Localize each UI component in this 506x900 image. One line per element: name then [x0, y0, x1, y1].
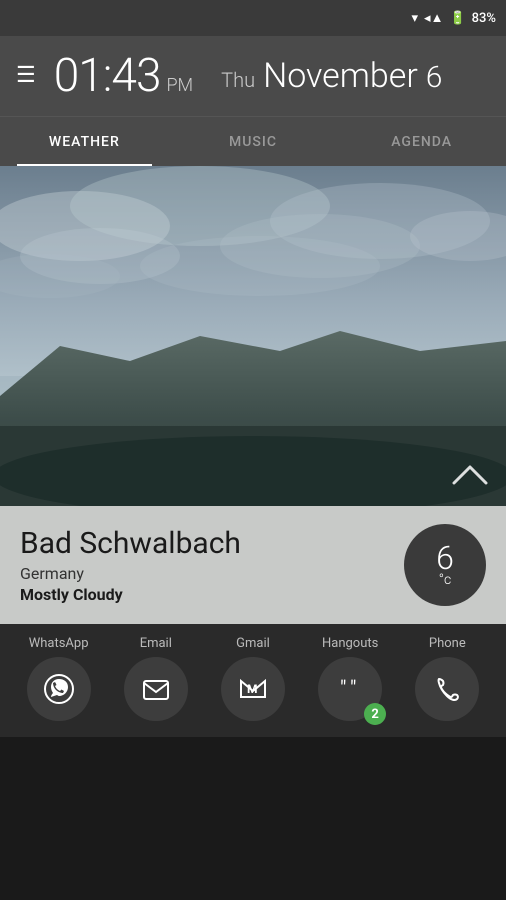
header-bar: ☰ 01:43 PM Thu November 6 — [0, 36, 506, 116]
svg-text:M: M — [247, 682, 258, 696]
time-value: 01:43 — [54, 53, 161, 99]
svg-text:": " — [350, 676, 356, 700]
gmail-app[interactable]: M — [221, 657, 285, 721]
weather-info-panel: Bad Schwalbach Germany Mostly Cloudy 6 °… — [0, 506, 506, 624]
weather-image — [0, 166, 506, 506]
temperature-value: 6 — [436, 542, 454, 574]
dock-label-gmail: Gmail — [213, 636, 293, 651]
whatsapp-app[interactable] — [27, 657, 91, 721]
email-icon-circle[interactable] — [124, 657, 188, 721]
tab-music[interactable]: MUSIC — [169, 117, 338, 166]
whatsapp-icon-circle[interactable] — [27, 657, 91, 721]
landscape-svg — [0, 166, 506, 506]
dock-label-whatsapp: WhatsApp — [19, 636, 99, 651]
day-abbr: Thu — [221, 68, 255, 92]
dock-label-hangouts: Hangouts — [310, 636, 390, 651]
hangouts-badge: 2 — [364, 703, 386, 725]
weather-condition: Mostly Cloudy — [20, 585, 404, 604]
gmail-icon: M — [237, 673, 269, 705]
dock-icons-row: M " " 2 — [0, 657, 506, 721]
email-app[interactable] — [124, 657, 188, 721]
signal-icon: ◂▲ — [424, 10, 443, 26]
month-name: November — [263, 56, 418, 96]
phone-icon-circle[interactable] — [415, 657, 479, 721]
menu-icon[interactable]: ☰ — [16, 65, 36, 87]
dock-label-phone: Phone — [407, 636, 487, 651]
tab-bar: WEATHER MUSIC AGENDA — [0, 116, 506, 166]
tab-music-label: MUSIC — [229, 134, 277, 150]
gmail-icon-circle[interactable]: M — [221, 657, 285, 721]
temperature-circle: 6 °c — [404, 524, 486, 606]
phone-icon — [431, 673, 463, 705]
svg-text:": " — [340, 676, 346, 700]
app-dock: WhatsApp Email Gmail Hangouts Phone — [0, 624, 506, 737]
phone-app[interactable] — [415, 657, 479, 721]
battery-percentage: 83% — [472, 11, 496, 26]
chevron-up-button[interactable] — [452, 461, 488, 494]
tab-agenda[interactable]: AGENDA — [337, 117, 506, 166]
tab-weather[interactable]: WEATHER — [0, 117, 169, 166]
whatsapp-icon — [43, 673, 75, 705]
email-icon — [140, 673, 172, 705]
date-number: 6 — [426, 60, 443, 95]
dock-labels: WhatsApp Email Gmail Hangouts Phone — [0, 636, 506, 651]
weather-text: Bad Schwalbach Germany Mostly Cloudy — [20, 527, 404, 604]
time-display: 01:43 PM — [54, 53, 193, 99]
tab-weather-label: WEATHER — [49, 134, 120, 150]
country-name: Germany — [20, 564, 404, 583]
temperature-unit: °c — [439, 572, 452, 588]
battery-icon: 🔋 — [449, 11, 465, 26]
date-display: Thu November 6 — [221, 56, 442, 96]
wifi-icon: ▾ — [412, 11, 419, 26]
dock-label-email: Email — [116, 636, 196, 651]
status-bar: ▾ ◂▲ 🔋 83% — [0, 0, 506, 36]
city-name: Bad Schwalbach — [20, 527, 404, 560]
hangouts-app[interactable]: " " 2 — [318, 657, 382, 721]
hangouts-icon: " " — [334, 673, 366, 705]
tab-agenda-label: AGENDA — [391, 134, 452, 150]
time-ampm: PM — [166, 75, 193, 96]
